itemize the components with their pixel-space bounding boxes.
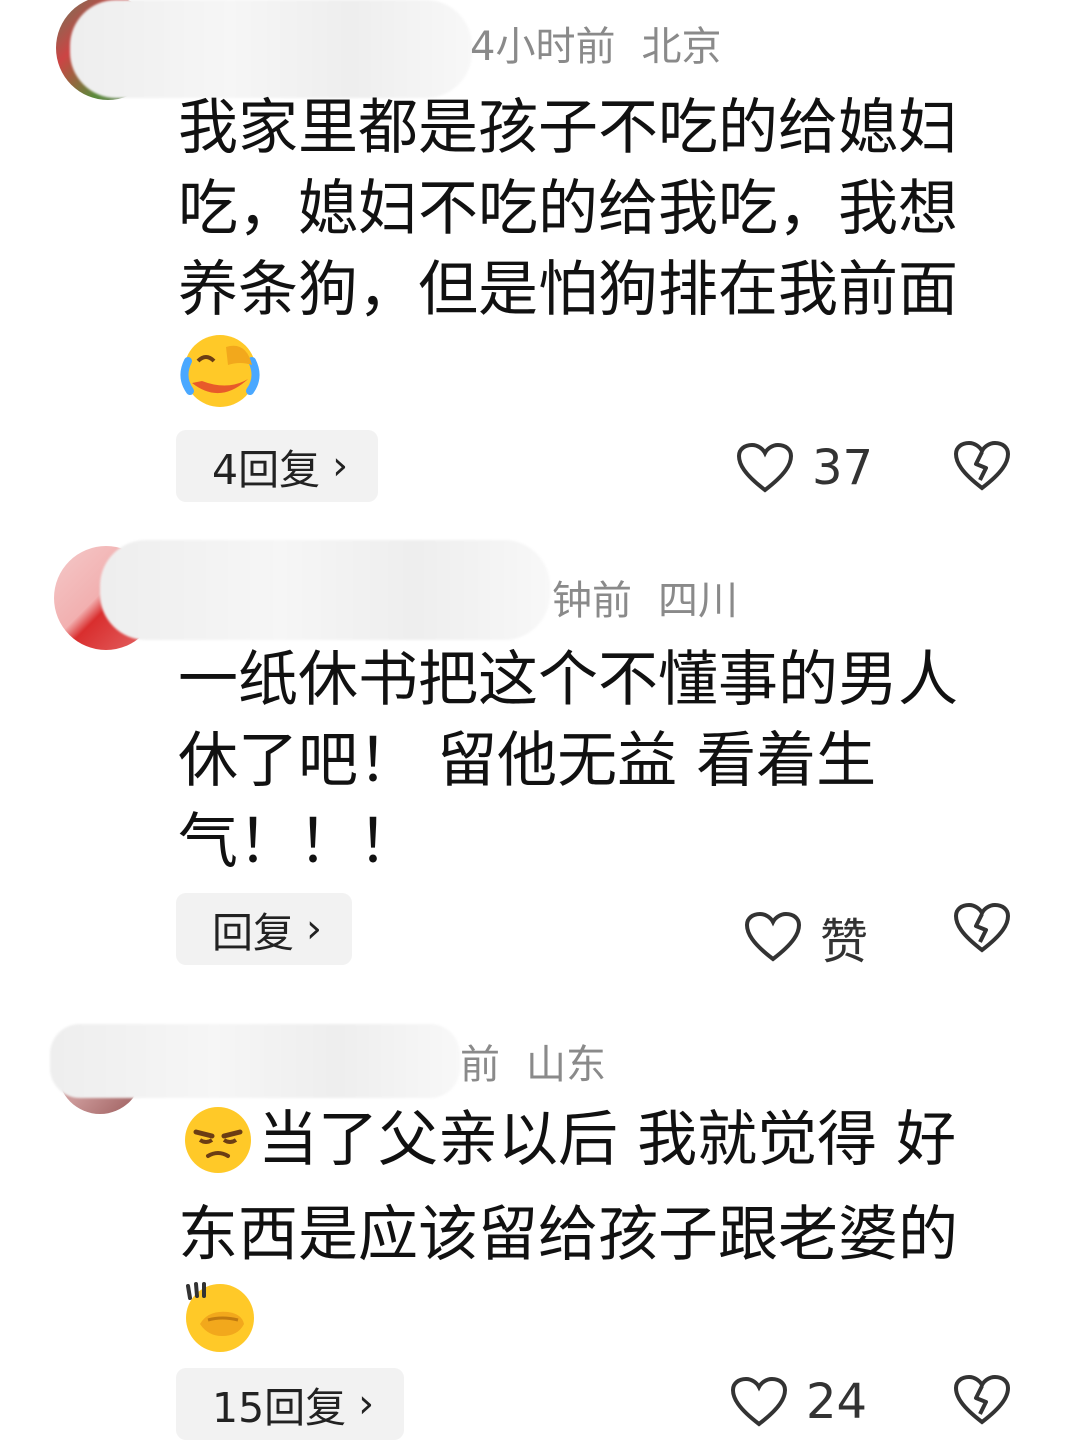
like-count: 24 xyxy=(806,1374,868,1430)
comment-time: 钟前 xyxy=(552,578,632,624)
comment-line: 休了吧！ 留他无益 看着生 xyxy=(178,726,877,796)
heart-icon xyxy=(736,442,794,493)
broken-heart-icon xyxy=(953,1374,1011,1425)
reply-label: 15回复 xyxy=(212,1384,347,1432)
comment-text: 我家里都是孩子不吃的给媳妇吃，媳妇不吃的给我吃，我想养条狗，但是怕狗排在我前面 xyxy=(178,88,1008,430)
comment-line: 一纸休书把这个不懂事的男人 xyxy=(178,645,958,715)
username-blurred[interactable] xyxy=(100,540,550,640)
like-button[interactable]: 24 xyxy=(730,1374,867,1430)
reply-button[interactable]: 4回复 › xyxy=(176,430,379,502)
face-palm-icon xyxy=(178,1276,262,1375)
comment-meta: 钟前 四川 xyxy=(552,568,738,626)
dislike-button[interactable] xyxy=(952,902,1012,958)
comment-text: 一纸休书把这个不懂事的男人 休了吧！ 留他无益 看着生 气！！！ xyxy=(178,640,1008,883)
chevron-right-icon: › xyxy=(332,443,349,489)
reply-label: 4回复 xyxy=(212,446,321,494)
comment-text: 当了父亲以后 我就觉得 好 东西是应该留给孩子跟老婆的 xyxy=(178,1100,1038,1375)
comment-location: 山东 xyxy=(526,1042,606,1088)
like-label: 赞 xyxy=(820,914,869,970)
broken-heart-icon xyxy=(953,440,1011,491)
comment-location: 四川 xyxy=(658,578,738,624)
comment-time: 4小时前 xyxy=(470,24,616,70)
like-count: 37 xyxy=(812,440,874,496)
comment-line: 气！！！ xyxy=(178,807,418,877)
reply-label: 回复 xyxy=(212,909,294,957)
heart-icon xyxy=(730,1376,788,1427)
comment-time: 前 xyxy=(460,1042,500,1088)
dislike-button[interactable] xyxy=(952,440,1012,496)
broken-heart-icon xyxy=(953,902,1011,953)
dislike-button[interactable] xyxy=(952,1374,1012,1430)
comment-line: 当了父亲以后 我就觉得 好 xyxy=(258,1105,957,1175)
heart-icon xyxy=(744,911,802,962)
comment-location: 北京 xyxy=(641,24,722,70)
like-button[interactable]: 37 xyxy=(736,440,873,496)
comment-body: 我家里都是孩子不吃的给媳妇吃，媳妇不吃的给我吃，我想养条狗，但是怕狗排在我前面 xyxy=(178,93,958,325)
comment-meta: 4小时前 北京 xyxy=(470,14,721,72)
username-blurred[interactable] xyxy=(50,1024,460,1098)
reply-button[interactable]: 回复 › xyxy=(176,893,352,965)
like-button[interactable]: 赞 xyxy=(744,902,868,972)
unamused-icon xyxy=(178,1102,258,1195)
chevron-right-icon: › xyxy=(358,1381,375,1427)
chevron-right-icon: › xyxy=(306,906,322,952)
reply-button[interactable]: 15回复 › xyxy=(176,1368,405,1440)
laugh-cry-icon xyxy=(178,331,262,430)
username-blurred[interactable] xyxy=(70,0,472,98)
comment-line: 东西是应该留给孩子跟老婆的 xyxy=(178,1200,958,1270)
comment-meta: 前山东 xyxy=(460,1032,606,1090)
